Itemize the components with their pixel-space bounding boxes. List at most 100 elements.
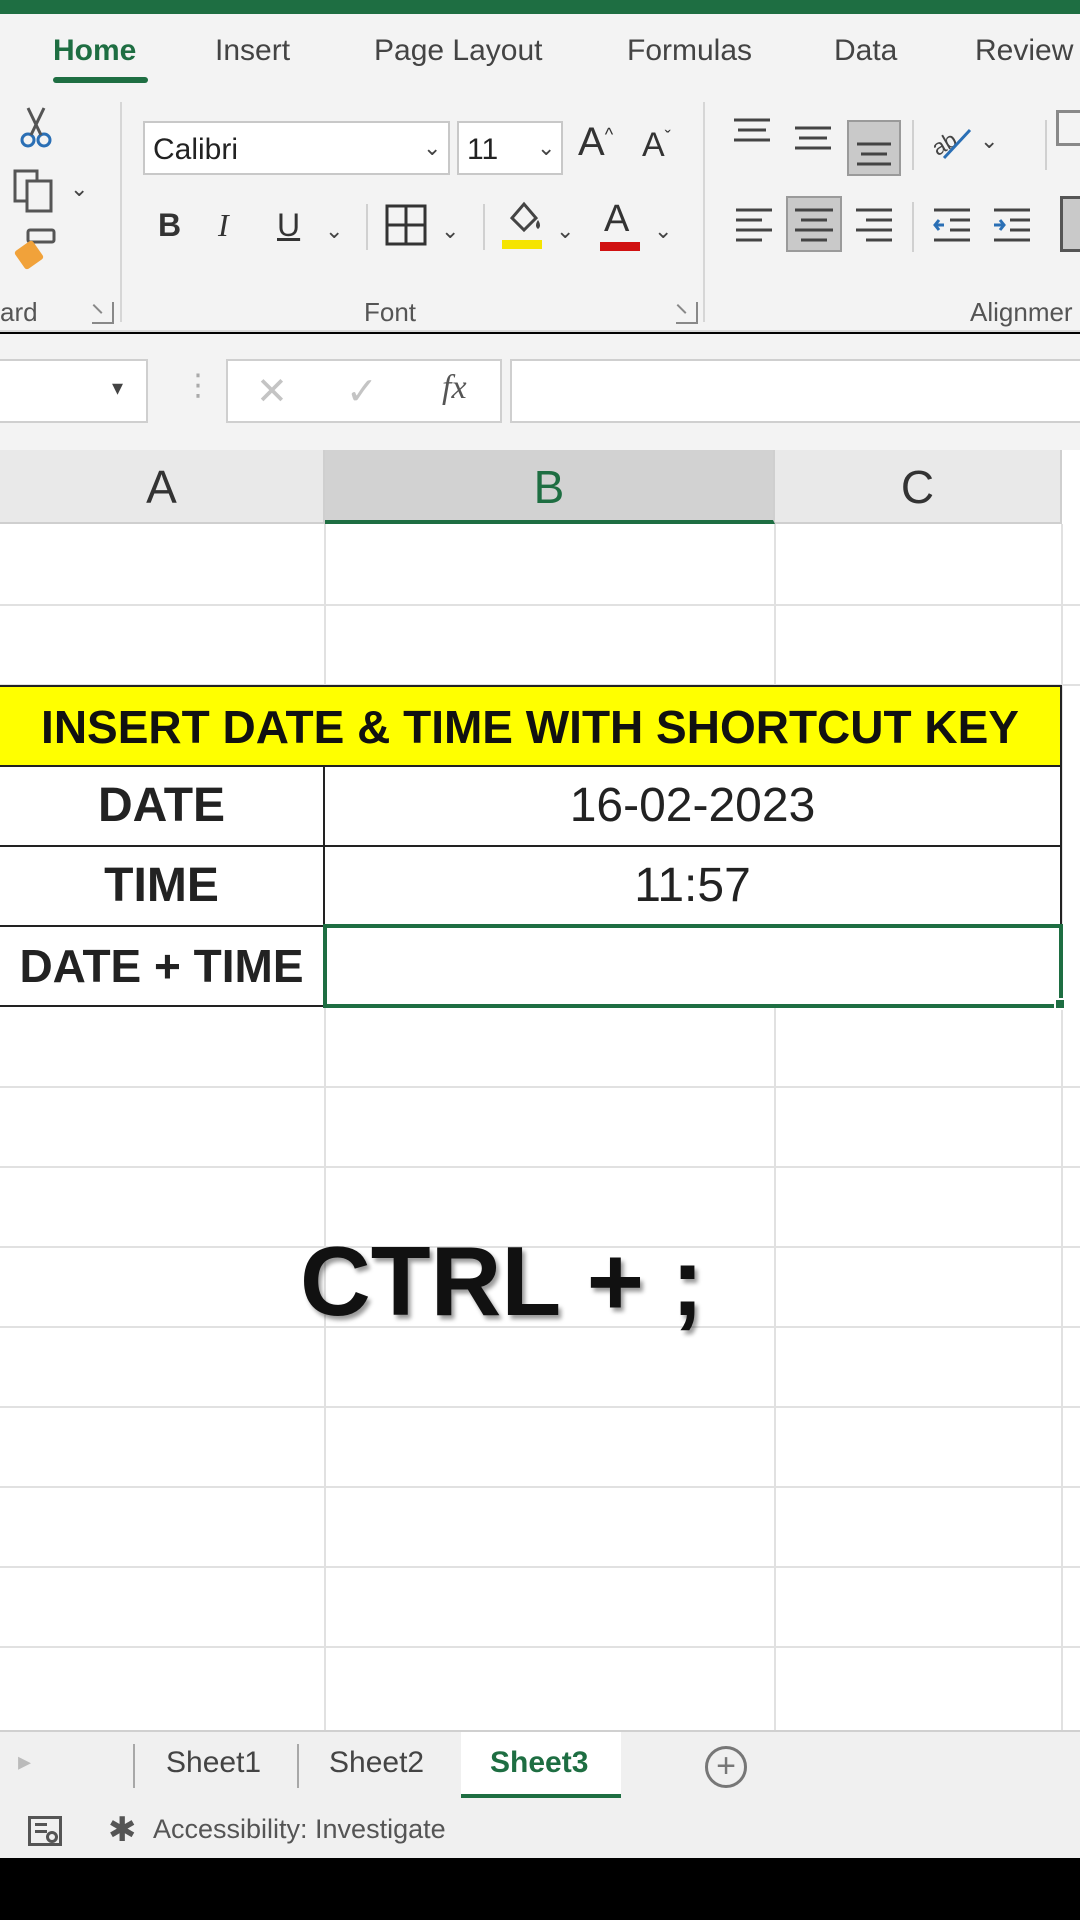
chevron-down-icon[interactable]: ⌄ xyxy=(556,218,574,244)
orientation-button[interactable]: ab ⌄ xyxy=(927,122,1000,166)
align-right-button[interactable] xyxy=(854,204,898,248)
tab-home[interactable]: Home xyxy=(53,34,136,68)
sheet-tab-2[interactable]: Sheet2 xyxy=(329,1746,424,1780)
bottom-align-icon xyxy=(857,142,891,166)
tab-page-layout[interactable]: Page Layout xyxy=(374,34,542,68)
copy-icon xyxy=(13,169,53,213)
row-gridline xyxy=(0,1486,1080,1488)
font-color-swatch xyxy=(600,242,640,251)
worksheet-grid: A B C INSERT DATE & TIME WITH SHORTCUT K… xyxy=(0,450,1080,1730)
wrap-text-icon xyxy=(1056,110,1080,146)
confirm-entry-icon[interactable]: ✓ xyxy=(346,369,378,414)
chevron-down-icon: ⌄ xyxy=(980,128,999,153)
chevron-down-icon[interactable]: ⌄ xyxy=(654,218,672,244)
cancel-entry-icon[interactable]: ✕ xyxy=(256,369,288,414)
date-value-cell[interactable]: 16-02-2023 xyxy=(325,767,1062,847)
row-gridline xyxy=(0,1566,1080,1568)
window-top-bar xyxy=(0,0,1080,14)
format-painter-icon xyxy=(14,228,56,270)
tab-data[interactable]: Data xyxy=(834,34,897,68)
formula-bar-grip-icon[interactable]: ⋮ xyxy=(183,368,213,403)
scroll-tabs-left-icon[interactable]: ▸ xyxy=(18,1746,31,1777)
row-label-date[interactable]: DATE xyxy=(0,767,325,847)
name-box[interactable]: ▾ xyxy=(0,359,148,423)
wrap-text-button[interactable] xyxy=(1050,102,1080,162)
borders-icon xyxy=(385,204,427,246)
shortcut-caption: CTRL + ; xyxy=(300,1226,704,1336)
formula-bar: ▾ ⋮ ✕ ✓ fx xyxy=(0,334,1080,450)
chevron-down-icon[interactable]: ⌄ xyxy=(325,218,343,244)
chevron-down-icon: ⌄ xyxy=(537,135,556,160)
tab-insert[interactable]: Insert xyxy=(215,34,290,68)
font-color-button[interactable]: A xyxy=(600,198,644,254)
font-name-value: Calibri xyxy=(153,133,239,166)
formula-input[interactable] xyxy=(510,359,1080,423)
underline-button[interactable]: U xyxy=(277,207,300,244)
clipboard-dialog-launcher[interactable] xyxy=(92,302,114,324)
time-value-cell[interactable]: 11:57 xyxy=(325,847,1062,927)
font-color-icon: A xyxy=(604,198,630,240)
group-divider xyxy=(120,102,122,322)
group-label-alignment: Alignmer xyxy=(970,297,1073,327)
decrease-indent-button[interactable] xyxy=(932,204,976,248)
borders-button[interactable] xyxy=(385,204,431,250)
merge-center-button[interactable] xyxy=(1060,196,1080,252)
font-size-select[interactable]: 11 ⌄ xyxy=(457,121,563,175)
chevron-down-icon[interactable]: ⌄ xyxy=(441,218,459,244)
row-label-date-time[interactable]: DATE + TIME xyxy=(0,927,325,1007)
column-header-b[interactable]: B xyxy=(325,450,775,524)
decrease-font-size-button[interactable]: Aˇ xyxy=(642,126,671,165)
column-header-a[interactable]: A xyxy=(0,450,325,524)
row-gridline xyxy=(0,1086,1080,1088)
row-label-time[interactable]: TIME xyxy=(0,847,325,927)
increase-indent-button[interactable] xyxy=(992,204,1036,248)
add-sheet-button[interactable]: + xyxy=(705,1746,747,1788)
increase-font-size-button[interactable]: A^ xyxy=(578,120,613,165)
plus-icon: + xyxy=(716,1747,736,1785)
row-gridline xyxy=(0,1406,1080,1408)
group-label-font: Font xyxy=(364,297,417,327)
sheet-tab-1[interactable]: Sheet1 xyxy=(166,1746,261,1780)
title-cell[interactable]: INSERT DATE & TIME WITH SHORTCUT KEY xyxy=(0,685,1062,767)
font-dialog-launcher[interactable] xyxy=(676,302,698,324)
tab-formulas[interactable]: Formulas xyxy=(627,34,752,68)
decrease-indent-icon xyxy=(933,208,970,242)
text-orientation-icon: ab xyxy=(927,127,972,161)
top-align-button[interactable] xyxy=(732,116,778,160)
middle-align-button[interactable] xyxy=(793,122,839,166)
separator xyxy=(1045,120,1047,170)
chevron-down-icon: ⌄ xyxy=(423,135,442,160)
fill-color-button[interactable] xyxy=(502,198,546,252)
row-gridline xyxy=(0,1166,1080,1168)
insert-function-button[interactable]: fx xyxy=(442,369,467,407)
middle-align-icon xyxy=(795,126,831,150)
separator xyxy=(483,204,485,250)
format-painter-button[interactable] xyxy=(14,226,58,270)
separator xyxy=(912,120,914,170)
tab-review[interactable]: Review xyxy=(975,34,1073,68)
separator xyxy=(912,202,914,252)
row-gridline xyxy=(0,604,1080,606)
group-label-clipboard: ard xyxy=(0,297,38,327)
align-left-button[interactable] xyxy=(734,204,778,248)
macro-record-icon[interactable] xyxy=(28,1816,62,1846)
ribbon-tabs: Home Insert Page Layout Formulas Data Re… xyxy=(0,14,1080,92)
fill-handle[interactable] xyxy=(1054,998,1066,1010)
italic-button[interactable]: I xyxy=(218,207,229,244)
increase-indent-icon xyxy=(994,208,1030,242)
accessibility-status[interactable]: Accessibility: Investigate xyxy=(153,1814,446,1845)
chevron-down-icon: ▾ xyxy=(112,375,124,400)
accessibility-icon[interactable]: ✱ xyxy=(108,1810,137,1850)
cut-button[interactable] xyxy=(18,106,54,150)
bottom-align-button[interactable] xyxy=(847,120,901,176)
align-right-icon xyxy=(856,208,892,242)
copy-button[interactable]: ⌄ xyxy=(12,168,92,214)
fill-color-swatch xyxy=(502,240,542,249)
font-name-select[interactable]: Calibri ⌄ xyxy=(143,121,450,175)
status-bar: ✱ Accessibility: Investigate xyxy=(0,1800,1080,1858)
column-header-c[interactable]: C xyxy=(775,450,1062,524)
bold-button[interactable]: B xyxy=(158,207,181,244)
align-center-button[interactable] xyxy=(786,196,842,252)
separator xyxy=(366,204,368,250)
sheet-tab-3[interactable]: Sheet3 xyxy=(490,1746,588,1780)
